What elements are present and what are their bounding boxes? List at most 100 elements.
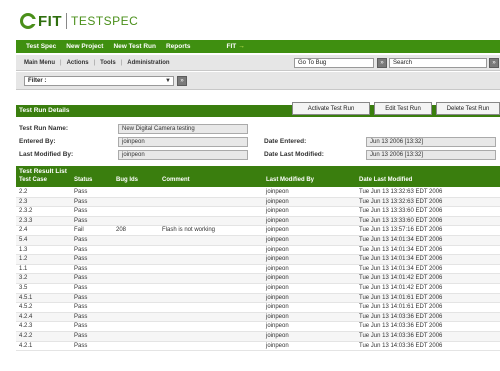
cell-status: Pass: [74, 236, 88, 243]
go-to-bug-input[interactable]: Go To Bug: [294, 58, 374, 68]
subnav-main-menu[interactable]: Main Menu: [24, 60, 55, 66]
edit-test-run-button[interactable]: Edit Test Run: [374, 102, 432, 115]
cell-test-case[interactable]: 4.2.2: [19, 333, 32, 339]
table-row[interactable]: 4.5.2 Pass joinpeon Tue Jun 13 14:01:61 EDT…: [16, 303, 500, 313]
table-row[interactable]: 2.2 Pass joinpeon Tue Jun 13 13:32:63 EDT 2…: [16, 188, 500, 198]
cell-date-last-modified: Tue Jun 13 14:03:36 EDT 2006: [359, 342, 443, 349]
nav-user[interactable]: FIT →: [227, 43, 245, 50]
cell-test-case[interactable]: 2.3.2: [19, 208, 32, 214]
table-row[interactable]: 1.1 Pass joinpeon Tue Jun 13 14:01:34 EDT 2…: [16, 264, 500, 275]
filter-go-button[interactable]: »: [177, 76, 187, 86]
filter-bar: Filter : ▼ »: [16, 72, 500, 90]
date-entered-field[interactable]: Jun 13 2006 [13:32]: [366, 137, 496, 147]
table-row[interactable]: 4.5.1 Pass joinpeon Tue Jun 13 14:01:61 EDT…: [16, 293, 500, 304]
cell-date-last-modified: Tue Jun 13 13:32:63 EDT 2006: [359, 189, 443, 195]
col-comment[interactable]: Comment: [162, 177, 190, 183]
test-run-name-field[interactable]: New Digital Camera testing: [118, 124, 248, 134]
logo-circle-icon: [20, 13, 37, 29]
logo-divider: [66, 13, 67, 29]
cell-date-last-modified: Tue Jun 13 14:01:61 EDT 2006: [359, 304, 443, 311]
cell-test-case[interactable]: 4.2.4: [19, 314, 32, 320]
date-last-modified-field[interactable]: Jun 13 2006 [13:32]: [366, 150, 496, 160]
cell-last-modified-by: joinpeon: [266, 227, 289, 234]
col-date-last-modified[interactable]: Date Last Modified: [359, 177, 412, 183]
cell-status: Pass: [74, 217, 88, 224]
cell-comment: Flash is not working: [162, 227, 216, 234]
col-status[interactable]: Status: [74, 177, 92, 183]
subnav-actions[interactable]: Actions: [67, 60, 89, 66]
result-table-body: 2.2 Pass joinpeon Tue Jun 13 13:32:63 EDT 2…: [16, 188, 500, 352]
cell-test-case[interactable]: 4.2.1: [19, 343, 32, 349]
activate-test-run-button[interactable]: Activate Test Run: [292, 102, 370, 115]
subnav-tools[interactable]: Tools: [100, 60, 116, 66]
cell-test-case[interactable]: 3.2: [19, 275, 27, 281]
go-to-bug-button[interactable]: »: [377, 58, 387, 68]
cell-test-case[interactable]: 1.3: [19, 247, 27, 253]
table-row[interactable]: 1.2 Pass joinpeon Tue Jun 13 14:01:34 EDT 2…: [16, 255, 500, 265]
table-row[interactable]: 2.4 Fail 208 Flash is not working joinpeon Tu…: [16, 226, 500, 236]
cell-last-modified-by: joinpeon: [266, 313, 289, 320]
last-modified-by-label: Last Modified By:: [19, 151, 74, 158]
col-test-case[interactable]: Test Case: [19, 177, 47, 183]
cell-test-case[interactable]: 5.4: [19, 237, 27, 243]
cell-status: Pass: [74, 342, 88, 349]
cell-status: Pass: [74, 323, 88, 330]
table-row[interactable]: 2.3 Pass joinpeon Tue Jun 13 13:32:63 EDT 2…: [16, 197, 500, 208]
cell-last-modified-by: joinpeon: [266, 189, 289, 195]
table-row[interactable]: 3.5 Pass joinpeon Tue Jun 13 14:01:42 EDT 2…: [16, 283, 500, 294]
cell-last-modified-by: joinpeon: [266, 304, 289, 311]
subnav-administration[interactable]: Administration: [127, 60, 169, 66]
nav-test-spec[interactable]: Test Spec: [26, 43, 56, 50]
delete-test-run-button[interactable]: Delete Test Run: [436, 102, 500, 115]
cell-test-case[interactable]: 2.4: [19, 227, 27, 233]
search-input[interactable]: Search: [389, 58, 487, 68]
table-row[interactable]: 2.3.2 Pass joinpeon Tue Jun 13 13:33:60 EDT…: [16, 207, 500, 217]
cell-status: Pass: [74, 246, 88, 253]
nav-user-label: FIT: [226, 43, 237, 50]
cell-bug-id[interactable]: 208: [116, 227, 126, 233]
app-logo: FIT TESTSPEC: [20, 10, 138, 32]
cell-test-case[interactable]: 2.3: [19, 199, 27, 205]
table-row[interactable]: 4.2.4 Pass joinpeon Tue Jun 13 14:03:36 EDT…: [16, 312, 500, 323]
filter-label: Filter :: [28, 78, 47, 84]
chevron-down-icon: ▼: [165, 78, 171, 84]
table-row[interactable]: 4.2.2 Pass joinpeon Tue Jun 13 14:03:36 EDT…: [16, 331, 500, 342]
cell-status: Pass: [74, 294, 88, 301]
cell-date-last-modified: Tue Jun 13 14:01:34 EDT 2006: [359, 265, 443, 272]
cell-last-modified-by: joinpeon: [266, 294, 289, 301]
table-row[interactable]: 4.2.1 Pass joinpeon Tue Jun 13 14:03:36 EDT…: [16, 341, 500, 352]
cell-date-last-modified: Tue Jun 13 13:33:60 EDT 2006: [359, 217, 443, 224]
nav-new-test-run[interactable]: New Test Run: [113, 43, 156, 50]
subnav-separator: |: [120, 59, 123, 66]
table-row[interactable]: 1.3 Pass joinpeon Tue Jun 13 14:01:34 EDT 2…: [16, 245, 500, 256]
cell-test-case[interactable]: 1.1: [19, 266, 27, 272]
table-row[interactable]: 5.4 Pass joinpeon Tue Jun 13 14:01:34 EDT 2…: [16, 235, 500, 246]
cell-test-case[interactable]: 3.5: [19, 285, 27, 291]
cell-test-case[interactable]: 4.5.2: [19, 304, 32, 310]
cell-last-modified-by: joinpeon: [266, 217, 289, 224]
filter-select[interactable]: Filter : ▼: [24, 76, 174, 86]
cell-last-modified-by: joinpeon: [266, 342, 289, 349]
main-nav: Test Spec New Project New Test Run Repor…: [16, 40, 500, 53]
entered-by-field[interactable]: joinpeon: [118, 137, 248, 147]
cell-test-case[interactable]: 4.2.3: [19, 323, 32, 329]
cell-date-last-modified: Tue Jun 13 14:01:34 EDT 2006: [359, 246, 443, 253]
logo-testspec-text: TESTSPEC: [71, 14, 139, 28]
table-row[interactable]: 3.2 Pass joinpeon Tue Jun 13 14:01:42 EDT 2…: [16, 274, 500, 284]
cell-test-case[interactable]: 2.2: [19, 189, 27, 195]
table-row[interactable]: 2.3.3 Pass joinpeon Tue Jun 13 13:33:60 EDT…: [16, 216, 500, 227]
col-last-modified-by[interactable]: Last Modified By: [266, 177, 314, 183]
col-bug-ids[interactable]: Bug Ids: [116, 177, 138, 183]
cell-last-modified-by: joinpeon: [266, 208, 289, 215]
cell-test-case[interactable]: 2.3.3: [19, 218, 32, 224]
last-modified-by-field[interactable]: joinpeon: [118, 150, 248, 160]
cell-test-case[interactable]: 4.5.1: [19, 295, 32, 301]
cell-status: Pass: [74, 208, 88, 215]
nav-reports[interactable]: Reports: [166, 43, 191, 50]
table-row[interactable]: 4.2.3 Pass joinpeon Tue Jun 13 14:03:36 EDT…: [16, 322, 500, 332]
cell-last-modified-by: joinpeon: [266, 265, 289, 272]
cell-test-case[interactable]: 1.2: [19, 256, 27, 262]
nav-new-project[interactable]: New Project: [66, 43, 103, 50]
search-button[interactable]: »: [489, 58, 499, 68]
logo-fit-text: FIT: [38, 12, 62, 30]
